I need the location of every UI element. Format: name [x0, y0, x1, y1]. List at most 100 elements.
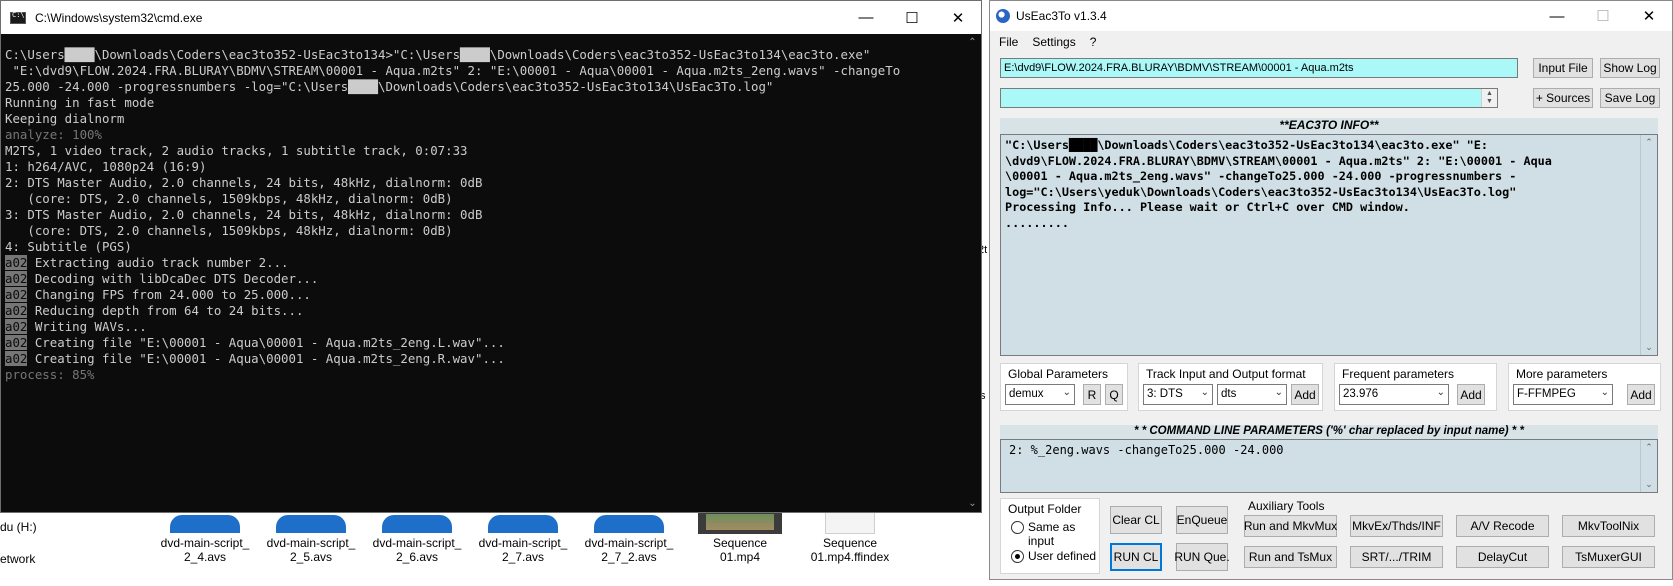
minimize-button[interactable]: —	[1534, 1, 1580, 31]
file-name: dvd-main-script_ 2_4.avs	[160, 536, 250, 564]
show-log-button[interactable]: Show Log	[1600, 58, 1660, 78]
console-line-text: Reducing depth from 64 to 24 bits...	[27, 303, 304, 318]
console-line: analyze: 100%	[5, 127, 965, 143]
console-line-text: C:\Users████\Downloads\Coders\eac3to352-…	[5, 47, 871, 62]
maximize-button: ☐	[1580, 1, 1626, 31]
minimize-icon: —	[858, 9, 874, 26]
file-name: dvd-main-script_ 2_7_2.avs	[584, 536, 674, 564]
console-line-text: process: 85%	[5, 367, 95, 382]
mkvex-button[interactable]: MkvEx/Thds/INF	[1350, 515, 1443, 537]
cmdline-scrollbar[interactable]: ⌃ ⌄	[1640, 440, 1657, 492]
srt-trim-button[interactable]: SRT/.../TRIM	[1350, 546, 1443, 568]
r-button[interactable]: R	[1083, 384, 1101, 405]
add-track-button[interactable]: Add	[1291, 384, 1319, 405]
file-name: Sequence 01.mp4	[712, 536, 768, 564]
avs-file-icon	[276, 515, 346, 533]
console-line: a02 Changing FPS from 24.000 to 25.000..…	[5, 287, 965, 303]
console-line-tag: a02	[5, 287, 28, 302]
global-parameters-group: Global Parameters demux ⌄ R Q	[1000, 363, 1128, 411]
input-path-field[interactable]: E:\dvd9\FLOW.2024.FRA.BLURAY\BDMV\STREAM…	[1000, 58, 1518, 78]
console-line: (core: DTS, 2.0 channels, 1509kbps, 48kH…	[5, 191, 965, 207]
scroll-down-icon[interactable]: ⌄	[964, 495, 981, 512]
enqueue-button[interactable]: EnQueue	[1176, 506, 1228, 534]
console-line-text: Creating file "E:\00001 - Aqua\00001 - A…	[27, 335, 505, 350]
console-line: 25.000 -24.000 -progressnumbers -log="C:…	[5, 79, 965, 95]
scroll-up-icon[interactable]: ⌃	[1641, 137, 1657, 148]
add-frequent-button[interactable]: Add	[1457, 384, 1485, 405]
cmd-title: C:\Windows\system32\cmd.exe	[35, 10, 203, 25]
close-button[interactable]: ✕	[1626, 1, 1672, 31]
second-input-spinner[interactable]: ▲ ▼	[1481, 89, 1497, 107]
add-sources-button[interactable]: + Sources	[1533, 88, 1593, 108]
mkvtoolnix-button[interactable]: MkvToolNix	[1562, 515, 1655, 537]
minimize-button[interactable]: —	[843, 1, 889, 34]
run-mkvmux-button[interactable]: Run and MkvMux	[1244, 515, 1337, 537]
cmdline-textarea[interactable]: 2: %_2eng.wavs -changeTo25.000 -24.000 ⌃…	[1000, 439, 1658, 493]
useac3to-window[interactable]: UsEac3To v1.3.4 — ☐ ✕ File Settings ? E:…	[989, 0, 1673, 580]
output-format-select[interactable]: dts ⌄	[1217, 384, 1287, 405]
scroll-up-icon[interactable]: ⌃	[964, 34, 981, 51]
generic-file-icon	[825, 512, 875, 534]
delaycut-button[interactable]: DelayCut	[1456, 546, 1549, 568]
maximize-icon: ☐	[1596, 8, 1610, 25]
av-recode-button[interactable]: A/V Recode	[1456, 515, 1549, 537]
more-parameters-group: More parameters F-FFMPEG ⌄ Add	[1508, 363, 1661, 411]
maximize-button[interactable]: ☐	[889, 1, 935, 34]
file-item[interactable]: dvd-main-script_ 2_6.avs	[369, 536, 465, 564]
clear-cl-button[interactable]: Clear CL	[1110, 506, 1162, 534]
run-queue-button[interactable]: RUN Que.	[1174, 543, 1230, 571]
console-output[interactable]: C:\Users████\Downloads\Coders\eac3to352-…	[5, 47, 965, 383]
console-line-text: (core: DTS, 2.0 channels, 1509kbps, 48kH…	[5, 191, 453, 206]
frequent-parameters-select[interactable]: 23.976 ⌄	[1339, 384, 1449, 405]
info-line: log="C:\Users\yeduk\Downloads\Coders\eac…	[1005, 184, 1517, 199]
global-parameters-select[interactable]: demux ⌄	[1005, 384, 1075, 405]
cmdline-header: * * COMMAND LINE PARAMETERS ('%' char re…	[1000, 425, 1658, 439]
file-item[interactable]: dvd-main-script_ 2_5.avs	[263, 536, 359, 564]
console-line: 3: DTS Master Audio, 2.0 channels, 24 bi…	[5, 207, 965, 223]
file-item[interactable]: dvd-main-script_ 2_7.avs	[475, 536, 571, 564]
file-item[interactable]: Sequence 01.mp4.ffindex	[802, 536, 898, 564]
file-item[interactable]: dvd-main-script_ 2_7_2.avs	[581, 536, 677, 564]
run-cl-button[interactable]: RUN CL	[1110, 543, 1162, 571]
q-button[interactable]: Q	[1105, 384, 1123, 405]
scroll-up-icon[interactable]: ⌃	[1641, 442, 1657, 453]
cmd-titlebar[interactable]: C:\Windows\system32\cmd.exe — ☐ ✕	[1, 1, 981, 34]
chevron-down-icon: ⌄	[1274, 387, 1283, 398]
info-line: Processing Info... Please wait or Ctrl+C…	[1005, 200, 1410, 214]
nav-network[interactable]: etwork	[0, 552, 35, 566]
console-line: a02 Extracting audio track number 2...	[5, 255, 965, 271]
menu-help[interactable]: ?	[1090, 35, 1097, 49]
console-line: a02 Writing WAVs...	[5, 319, 965, 335]
scroll-down-icon[interactable]: ⌄	[1641, 479, 1657, 490]
user-defined-radio[interactable]	[1011, 550, 1024, 563]
add-more-button[interactable]: Add	[1627, 384, 1655, 405]
run-tsmux-button[interactable]: Run and TsMux	[1244, 546, 1337, 568]
close-button[interactable]: ✕	[935, 1, 981, 34]
file-item[interactable]: Sequence 01.mp4	[692, 536, 788, 564]
avs-file-icon	[488, 515, 558, 533]
save-log-button[interactable]: Save Log	[1600, 88, 1660, 108]
menu-file[interactable]: File	[999, 35, 1018, 49]
info-line: \dvd9\FLOW.2024.FRA.BLURAY\BDMV\STREAM\0…	[1005, 153, 1552, 168]
useac3to-titlebar[interactable]: UsEac3To v1.3.4 — ☐ ✕	[990, 1, 1672, 31]
menu-settings[interactable]: Settings	[1032, 35, 1075, 49]
input-file-button[interactable]: Input File	[1533, 58, 1593, 78]
track-format-group: Track Input and Output format 3: DTS ⌄ d…	[1138, 363, 1323, 411]
console-scrollbar[interactable]: ⌃ ⌄	[964, 34, 981, 512]
nav-drive-h[interactable]: du (H:)	[0, 520, 37, 534]
chevron-down-icon: ⌄	[1062, 387, 1071, 398]
second-input-field[interactable]: ▲ ▼	[1000, 88, 1498, 108]
more-parameters-select[interactable]: F-FFMPEG ⌄	[1513, 384, 1613, 405]
track-input-select[interactable]: 3: DTS ⌄	[1143, 384, 1213, 405]
console-line: 4: Subtitle (PGS)	[5, 239, 965, 255]
info-textarea[interactable]: "C:\Users████\Downloads\Coders\eac3to352…	[1000, 134, 1658, 356]
tsmuxergui-button[interactable]: TsMuxerGUI	[1562, 546, 1655, 568]
cmd-window[interactable]: C:\Windows\system32\cmd.exe — ☐ ✕ C:\Use…	[0, 0, 982, 513]
info-scrollbar[interactable]: ⌃ ⌄	[1640, 135, 1657, 355]
up-arrow-icon: ▲	[1486, 90, 1493, 97]
file-item[interactable]: dvd-main-script_ 2_4.avs	[157, 536, 253, 564]
scroll-down-icon[interactable]: ⌄	[1641, 342, 1657, 353]
same-as-input-radio[interactable]	[1011, 521, 1024, 534]
cmdline-text: 2: %_2eng.wavs -changeTo25.000 -24.000	[1009, 443, 1284, 457]
console-line-text: M2TS, 1 video track, 2 audio tracks, 1 s…	[5, 143, 468, 158]
